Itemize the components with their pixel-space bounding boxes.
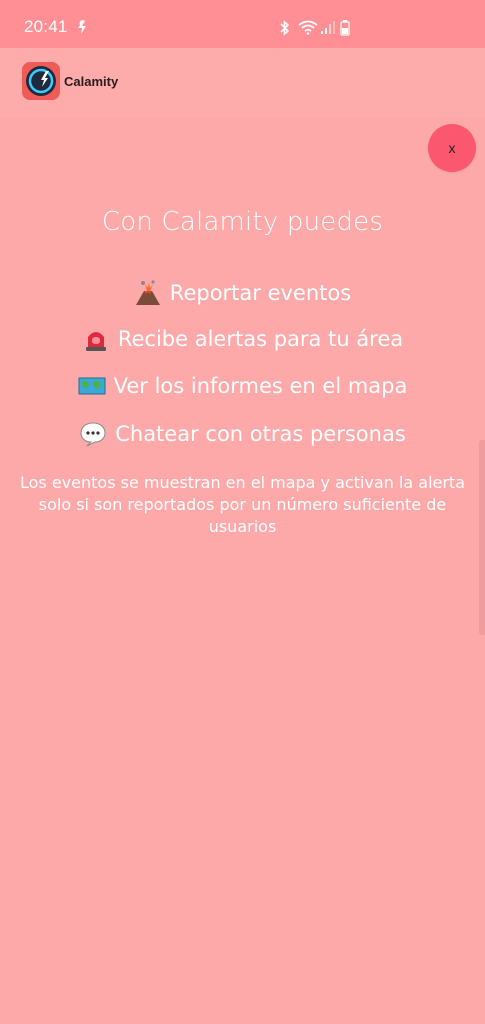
feature-label: Reportar eventos (169, 281, 352, 305)
feature-item-alerts: Recibe alertas para tu área (0, 325, 485, 353)
feature-label: Recibe alertas para tu área (117, 327, 404, 351)
dialog-title: Con Calamity puedes (101, 207, 384, 237)
close-label: x (448, 140, 456, 156)
feature-item-map: Ver los informes en el mapa (0, 372, 485, 400)
speech-bubble-icon (80, 422, 106, 447)
wifi-icon (298, 20, 318, 35)
signal-icon (321, 21, 335, 34)
app-name: Calamity (64, 74, 119, 89)
scrollbar[interactable] (479, 440, 485, 635)
app-header: Calamity (0, 48, 485, 118)
battery-icon (340, 20, 350, 36)
calamity-logo-icon (22, 62, 60, 100)
map-icon (78, 377, 106, 395)
feature-item-report: Reportar eventos (0, 279, 485, 307)
siren-icon (85, 332, 106, 351)
status-time: 20:41 (24, 17, 68, 36)
info-text: Los eventos se muestran en el mapa y act… (19, 473, 466, 536)
bluetooth-icon (280, 20, 290, 36)
volcano-icon (135, 280, 160, 305)
feature-item-chat: Chatear con otras personas (0, 420, 485, 448)
notification-icon (78, 20, 86, 34)
status-bar: 20:41 (0, 0, 485, 48)
close-button[interactable]: x (428, 124, 476, 172)
feature-label: Ver los informes en el mapa (113, 374, 408, 398)
feature-label: Chatear con otras personas (115, 422, 406, 446)
